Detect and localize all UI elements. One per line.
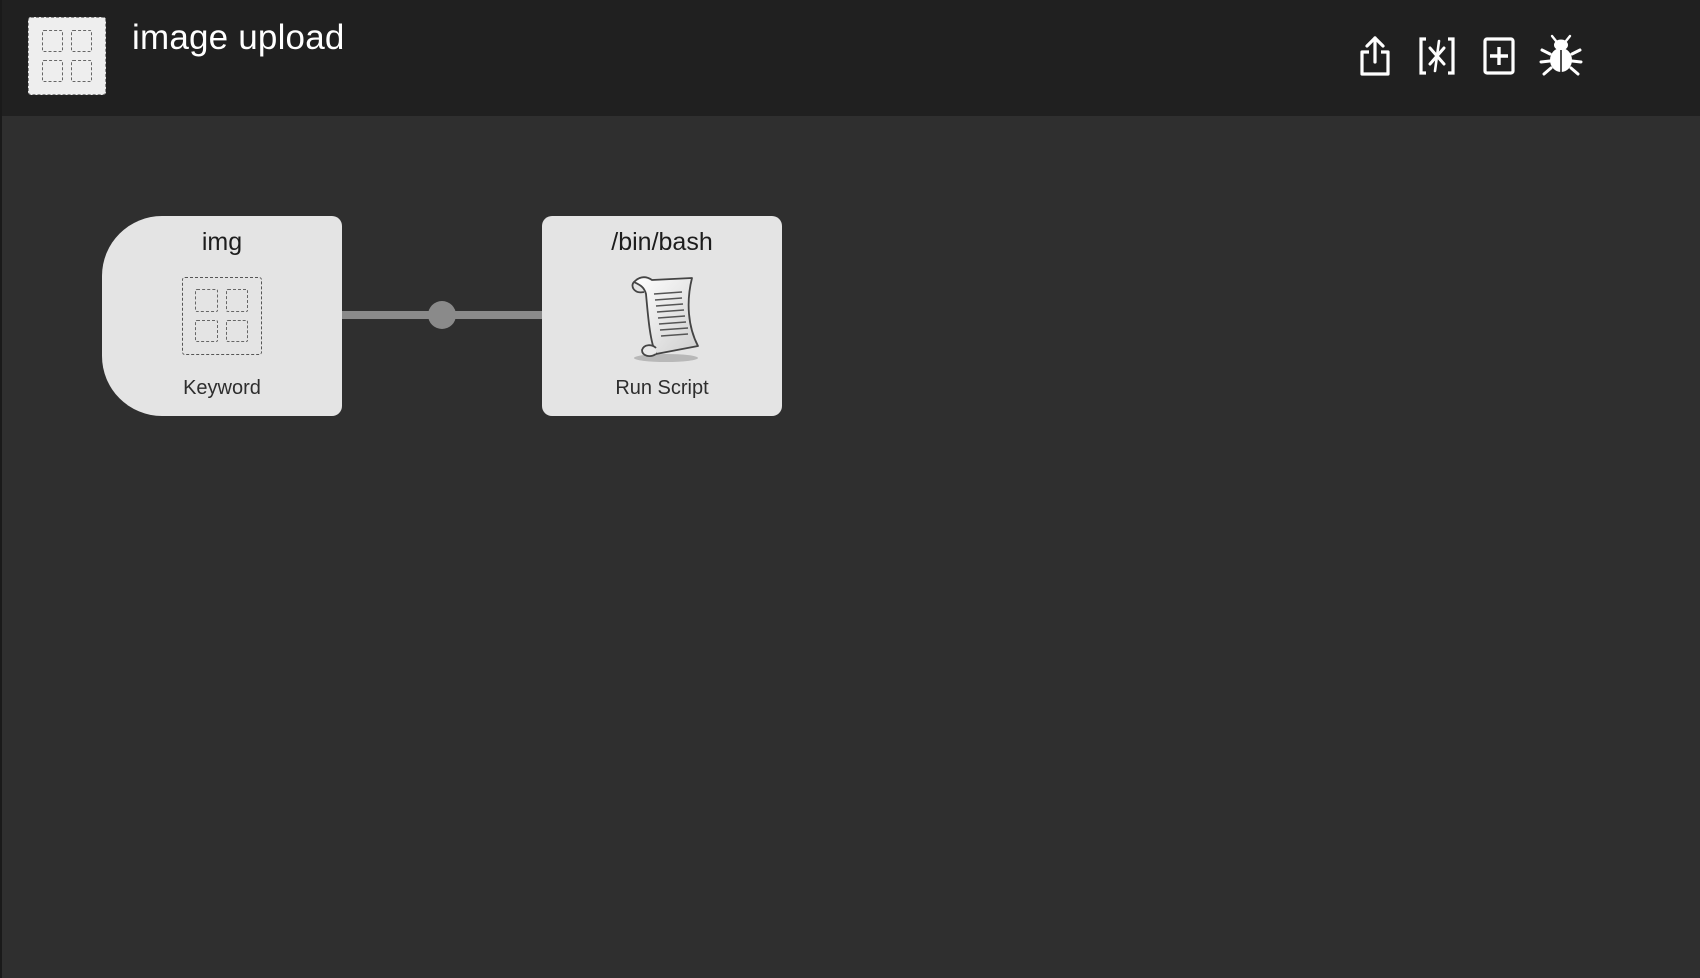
grid-glyph	[42, 30, 92, 82]
keyword-grid-icon	[182, 277, 262, 355]
bug-icon	[1539, 34, 1583, 76]
workflow-grid-icon[interactable]	[28, 17, 106, 95]
run-script-node[interactable]: /bin/bash Run Script	[542, 216, 782, 416]
node-label: Keyword	[183, 377, 261, 399]
share-button[interactable]	[1353, 34, 1397, 78]
add-icon	[1483, 37, 1515, 75]
keyword-node[interactable]: img Keyword	[102, 216, 342, 416]
workflow-title[interactable]: image upload	[132, 18, 345, 58]
node-title: /bin/bash	[611, 228, 713, 256]
debug-button[interactable]	[1539, 34, 1583, 78]
script-scroll-icon	[631, 276, 699, 362]
grid-glyph	[195, 289, 248, 342]
variables-button[interactable]	[1415, 34, 1459, 78]
connection-handle[interactable]	[428, 301, 456, 329]
node-title: img	[201, 228, 243, 256]
workflow-header: image upload	[2, 0, 1700, 116]
share-icon	[1360, 36, 1390, 76]
add-button[interactable]	[1477, 34, 1521, 78]
workflow-canvas[interactable]: img Keyword /bin/bash Run Script	[2, 116, 1700, 978]
node-label: Run Script	[615, 377, 709, 399]
variables-icon	[1419, 37, 1455, 75]
workflow-editor: image upload img Keyword /bin/bash Run S…	[0, 0, 1700, 978]
